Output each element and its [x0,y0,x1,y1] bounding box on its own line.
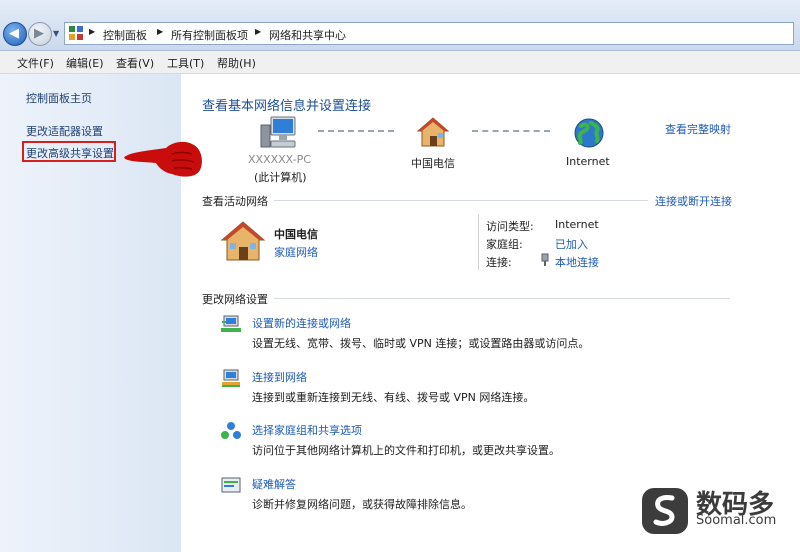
task-connect-network-link[interactable]: 连接到网络 [252,369,307,385]
connect-network-icon [222,369,240,387]
task-homegroup-desc: 访问位于其他网络计算机上的文件和打印机，或更改共享设置。 [252,444,560,457]
task-connect-network-desc: 连接到或重新连接到无线、有线、拨号或 VPN 网络连接。 [252,391,535,404]
watermark-en: Soomal.com [696,513,777,528]
breadcrumb-separator-icon[interactable]: ▶ [89,27,95,36]
address-bar: ◀ ▶ ▼ ▶ 控制面板 ▶ 所有控制面板项 ▶ 网络和共享中心 [0,0,800,51]
breadcrumb-item[interactable]: 所有控制面板项 [171,27,248,43]
sidebar-link-adapter-settings[interactable]: 更改适配器设置 [26,123,103,139]
homegroup-label: 家庭组: [486,238,523,251]
task-setup-connection-desc: 设置无线、宽带、拨号、临时或 VPN 连接；或设置路由器或访问点。 [252,337,590,350]
task-troubleshoot-link[interactable]: 疑难解答 [252,476,296,492]
access-type-label: 访问类型: [486,220,534,233]
menu-tools[interactable]: 工具(T) [167,55,204,71]
network-type-link[interactable]: 家庭网络 [274,244,318,260]
section-divider [274,298,730,299]
highlight-box [22,141,116,162]
forward-button[interactable]: ▶ [28,22,52,46]
change-settings-title: 更改网络设置 [202,293,268,306]
local-connection-link[interactable]: 本地连接 [555,254,599,270]
house-icon [416,117,450,147]
homegroup-icon [221,422,241,439]
menu-bar: 文件(F) 编辑(E) 查看(V) 工具(T) 帮助(H) [0,51,800,74]
ethernet-icon [541,253,549,266]
view-full-map-link[interactable]: 查看完整映射 [665,121,731,137]
breadcrumb-separator-icon[interactable]: ▶ [157,27,163,36]
new-connection-icon [221,315,241,332]
connection-label: 连接: [486,256,512,269]
task-troubleshoot-desc: 诊断并修复网络问题，或获得故障排除信息。 [252,498,472,511]
task-homegroup-link[interactable]: 选择家庭组和共享选项 [252,422,362,438]
computer-icon [260,116,296,148]
active-network-title: 查看活动网络 [202,195,268,208]
computer-name: XXXXXX-PC [248,153,311,166]
map-connection-line [472,130,550,133]
history-dropdown-icon[interactable]: ▼ [53,29,59,38]
vertical-divider [478,214,479,270]
map-connection-line [318,130,394,133]
breadcrumb-item[interactable]: 控制面板 [103,27,147,43]
breadcrumb-item[interactable]: 网络和共享中心 [269,27,346,43]
menu-view[interactable]: 查看(V) [116,55,154,71]
computer-sub-label: (此计算机) [254,171,307,184]
network-name: 中国电信 [274,228,318,241]
forward-arrow-icon: ▶ [34,26,44,41]
sidebar-link-home[interactable]: 控制面板主页 [26,90,92,106]
breadcrumb-separator-icon[interactable]: ▶ [255,27,261,36]
home-network-icon [220,221,266,261]
access-type-value: Internet [555,218,599,231]
section-divider [274,200,648,201]
menu-file[interactable]: 文件(F) [17,55,54,71]
internet-globe-icon [574,118,604,148]
homegroup-status-link[interactable]: 已加入 [555,236,588,252]
task-setup-connection-link[interactable]: 设置新的连接或网络 [252,315,351,331]
connect-disconnect-link[interactable]: 连接或断开连接 [655,193,732,209]
isp-label: 中国电信 [411,157,455,170]
control-panel-icon [69,26,83,40]
menu-edit[interactable]: 编辑(E) [66,55,104,71]
page-title: 查看基本网络信息并设置连接 [202,99,372,114]
soomal-logo-icon [642,488,688,534]
troubleshoot-icon [221,477,241,493]
back-arrow-icon: ◀ [9,26,19,41]
back-button[interactable]: ◀ [3,22,27,46]
internet-label: Internet [566,155,610,168]
breadcrumb[interactable]: ▶ 控制面板 ▶ 所有控制面板项 ▶ 网络和共享中心 [64,22,794,45]
menu-help[interactable]: 帮助(H) [217,55,256,71]
pointing-hand-icon [124,141,202,177]
